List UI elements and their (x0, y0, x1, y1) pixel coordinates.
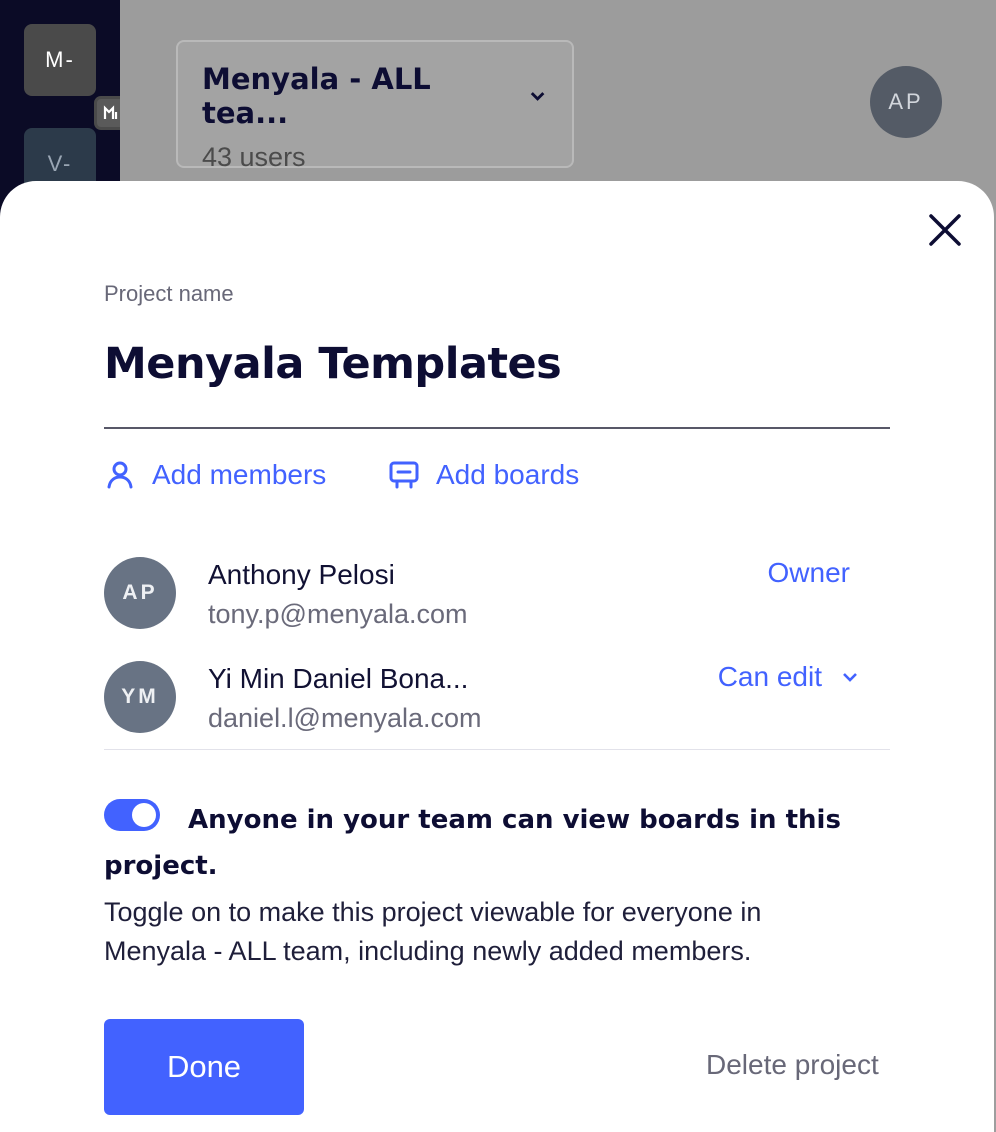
project-settings-modal: Project name Menyala Templates Add membe… (0, 181, 994, 1132)
team-name: Menyala - ALL tea... (202, 62, 431, 130)
done-button[interactable]: Done (104, 1019, 304, 1115)
workspace-tile-menyala[interactable]: M- (24, 24, 128, 130)
team-visibility-toggle[interactable] (104, 799, 160, 831)
avatar: AP (104, 557, 176, 629)
member-email: tony.p@menyala.com (208, 599, 468, 629)
delete-project-button[interactable]: Delete project (706, 1049, 879, 1081)
member-row: YM Yi Min Daniel Bona... daniel.l@menyal… (104, 661, 890, 741)
member-row: AP Anthony Pelosi tony.p@menyala.com Own… (104, 557, 890, 637)
member-role: Owner (767, 557, 850, 588)
add-boards-label: Add boards (436, 459, 580, 490)
divider (104, 749, 890, 750)
add-members-button[interactable]: Add members (104, 455, 326, 495)
add-boards-button[interactable]: Add boards (388, 455, 579, 495)
member-email: daniel.l@menyala.com (208, 703, 482, 733)
user-icon (107, 461, 133, 489)
visibility-title: Anyone in your team can view boards in t… (104, 805, 841, 881)
close-icon[interactable] (922, 207, 968, 253)
team-selector[interactable]: Menyala - ALL tea... 43 users (176, 40, 574, 172)
member-role-dropdown[interactable]: Can edit (718, 661, 860, 693)
add-members-label: Add members (152, 459, 327, 490)
chevron-down-icon (530, 92, 545, 101)
member-role: Can edit (717, 661, 822, 692)
project-name-input[interactable]: Menyala Templates (104, 339, 562, 389)
member-name: Yi Min Daniel Bona... (208, 663, 469, 694)
workspace-initials: M- (45, 47, 75, 72)
toggle-knob (132, 803, 156, 827)
chevron-down-icon (843, 673, 857, 682)
project-name-label: Project name (104, 281, 234, 306)
board-icon (389, 461, 419, 489)
workspace-initials: V- (47, 151, 73, 176)
visibility-description: Toggle on to make this project viewable … (104, 897, 762, 966)
team-user-count: 43 users (202, 142, 306, 172)
avatar: YM (104, 661, 176, 733)
user-avatar[interactable]: AP (870, 66, 942, 138)
member-name: Anthony Pelosi (208, 559, 395, 590)
divider (104, 427, 890, 429)
